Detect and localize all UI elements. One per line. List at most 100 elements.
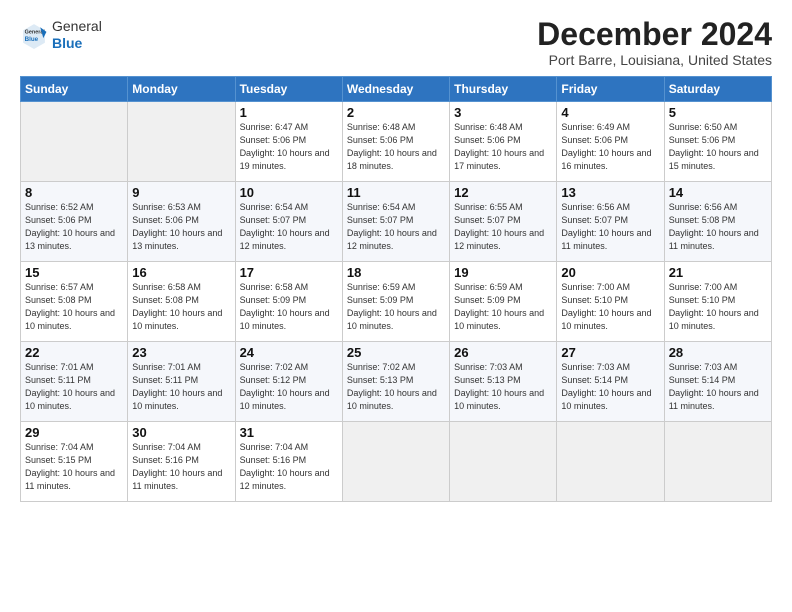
col-tuesday: Tuesday	[235, 77, 342, 102]
day-info: Sunrise: 6:49 AMSunset: 5:06 PMDaylight:…	[561, 122, 651, 171]
calendar-cell	[21, 102, 128, 182]
col-saturday: Saturday	[664, 77, 771, 102]
day-number: 17	[240, 265, 338, 280]
calendar-week-4: 29 Sunrise: 7:04 AMSunset: 5:15 PMDayligh…	[21, 422, 772, 502]
day-info: Sunrise: 7:02 AMSunset: 5:12 PMDaylight:…	[240, 362, 330, 411]
calendar-cell: 16 Sunrise: 6:58 AMSunset: 5:08 PMDayligh…	[128, 262, 235, 342]
calendar-cell: 18 Sunrise: 6:59 AMSunset: 5:09 PMDayligh…	[342, 262, 449, 342]
day-info: Sunrise: 6:59 AMSunset: 5:09 PMDaylight:…	[347, 282, 437, 331]
calendar-cell: 12Sunrise: 6:55 AMSunset: 5:07 PMDayligh…	[450, 182, 557, 262]
calendar-cell: 21 Sunrise: 7:00 AMSunset: 5:10 PMDayligh…	[664, 262, 771, 342]
day-info: Sunrise: 6:47 AMSunset: 5:06 PMDaylight:…	[240, 122, 330, 171]
day-info: Sunrise: 7:01 AMSunset: 5:11 PMDaylight:…	[25, 362, 115, 411]
calendar-cell: 2 Sunrise: 6:48 AMSunset: 5:06 PMDaylight…	[342, 102, 449, 182]
day-number: 12	[454, 185, 552, 200]
day-info: Sunrise: 6:54 AMSunset: 5:07 PMDaylight:…	[240, 202, 330, 251]
col-thursday: Thursday	[450, 77, 557, 102]
day-number: 1	[240, 105, 338, 120]
col-monday: Monday	[128, 77, 235, 102]
day-number: 30	[132, 425, 230, 440]
calendar-cell: 10 Sunrise: 6:54 AMSunset: 5:07 PMDayligh…	[235, 182, 342, 262]
calendar-cell: 11Sunrise: 6:54 AMSunset: 5:07 PMDayligh…	[342, 182, 449, 262]
logo-text: General Blue	[52, 18, 102, 52]
calendar-cell: 22Sunrise: 7:01 AMSunset: 5:11 PMDayligh…	[21, 342, 128, 422]
day-number: 23	[132, 345, 230, 360]
day-info: Sunrise: 6:48 AMSunset: 5:06 PMDaylight:…	[347, 122, 437, 171]
day-number: 28	[669, 345, 767, 360]
day-info: Sunrise: 7:04 AMSunset: 5:16 PMDaylight:…	[132, 442, 222, 491]
day-info: Sunrise: 6:57 AMSunset: 5:08 PMDaylight:…	[25, 282, 115, 331]
calendar-cell: 17Sunrise: 6:58 AMSunset: 5:09 PMDayligh…	[235, 262, 342, 342]
calendar-cell: 23 Sunrise: 7:01 AMSunset: 5:11 PMDayligh…	[128, 342, 235, 422]
calendar-cell: 20Sunrise: 7:00 AMSunset: 5:10 PMDayligh…	[557, 262, 664, 342]
calendar-week-2: 15 Sunrise: 6:57 AMSunset: 5:08 PMDayligh…	[21, 262, 772, 342]
calendar-table: Sunday Monday Tuesday Wednesday Thursday…	[20, 76, 772, 502]
day-number: 15	[25, 265, 123, 280]
calendar-week-3: 22Sunrise: 7:01 AMSunset: 5:11 PMDayligh…	[21, 342, 772, 422]
logo-icon: General Blue	[20, 21, 48, 49]
day-number: 18	[347, 265, 445, 280]
title-block: December 2024 Port Barre, Louisiana, Uni…	[537, 18, 772, 68]
calendar-cell: 15 Sunrise: 6:57 AMSunset: 5:08 PMDayligh…	[21, 262, 128, 342]
calendar-cell: 19Sunrise: 6:59 AMSunset: 5:09 PMDayligh…	[450, 262, 557, 342]
day-number: 29	[25, 425, 123, 440]
day-info: Sunrise: 7:04 AMSunset: 5:15 PMDaylight:…	[25, 442, 115, 491]
day-number: 26	[454, 345, 552, 360]
day-info: Sunrise: 6:56 AMSunset: 5:08 PMDaylight:…	[669, 202, 759, 251]
calendar-page: General Blue General Blue December 2024 …	[0, 0, 792, 612]
svg-text:Blue: Blue	[25, 36, 39, 43]
day-info: Sunrise: 6:56 AMSunset: 5:07 PMDaylight:…	[561, 202, 651, 251]
calendar-body: 1 Sunrise: 6:47 AMSunset: 5:06 PMDaylight…	[21, 102, 772, 502]
calendar-week-1: 8Sunrise: 6:52 AMSunset: 5:06 PMDaylight…	[21, 182, 772, 262]
day-number: 2	[347, 105, 445, 120]
day-info: Sunrise: 6:59 AMSunset: 5:09 PMDaylight:…	[454, 282, 544, 331]
calendar-cell: 14 Sunrise: 6:56 AMSunset: 5:08 PMDayligh…	[664, 182, 771, 262]
calendar-cell: 30 Sunrise: 7:04 AMSunset: 5:16 PMDayligh…	[128, 422, 235, 502]
logo: General Blue General Blue	[20, 18, 102, 52]
day-number: 10	[240, 185, 338, 200]
day-info: Sunrise: 7:00 AMSunset: 5:10 PMDaylight:…	[561, 282, 651, 331]
day-number: 14	[669, 185, 767, 200]
month-title: December 2024	[537, 18, 772, 50]
day-number: 3	[454, 105, 552, 120]
day-info: Sunrise: 7:04 AMSunset: 5:16 PMDaylight:…	[240, 442, 330, 491]
col-sunday: Sunday	[21, 77, 128, 102]
day-number: 16	[132, 265, 230, 280]
day-info: Sunrise: 7:03 AMSunset: 5:14 PMDaylight:…	[561, 362, 651, 411]
location: Port Barre, Louisiana, United States	[537, 52, 772, 68]
calendar-cell: 27 Sunrise: 7:03 AMSunset: 5:14 PMDayligh…	[557, 342, 664, 422]
day-number: 5	[669, 105, 767, 120]
calendar-cell: 26Sunrise: 7:03 AMSunset: 5:13 PMDayligh…	[450, 342, 557, 422]
day-number: 27	[561, 345, 659, 360]
day-number: 21	[669, 265, 767, 280]
day-info: Sunrise: 7:03 AMSunset: 5:14 PMDaylight:…	[669, 362, 759, 411]
calendar-cell: 8Sunrise: 6:52 AMSunset: 5:06 PMDaylight…	[21, 182, 128, 262]
calendar-cell: 3 Sunrise: 6:48 AMSunset: 5:06 PMDaylight…	[450, 102, 557, 182]
calendar-cell	[450, 422, 557, 502]
calendar-cell: 28 Sunrise: 7:03 AMSunset: 5:14 PMDayligh…	[664, 342, 771, 422]
calendar-cell	[342, 422, 449, 502]
calendar-cell: 13Sunrise: 6:56 AMSunset: 5:07 PMDayligh…	[557, 182, 664, 262]
calendar-cell: 25Sunrise: 7:02 AMSunset: 5:13 PMDayligh…	[342, 342, 449, 422]
calendar-cell	[557, 422, 664, 502]
calendar-cell: 5Sunrise: 6:50 AMSunset: 5:06 PMDaylight…	[664, 102, 771, 182]
day-info: Sunrise: 6:53 AMSunset: 5:06 PMDaylight:…	[132, 202, 222, 251]
day-number: 24	[240, 345, 338, 360]
calendar-cell	[128, 102, 235, 182]
day-info: Sunrise: 7:01 AMSunset: 5:11 PMDaylight:…	[132, 362, 222, 411]
calendar-cell: 9 Sunrise: 6:53 AMSunset: 5:06 PMDaylight…	[128, 182, 235, 262]
header-row: Sunday Monday Tuesday Wednesday Thursday…	[21, 77, 772, 102]
day-info: Sunrise: 6:58 AMSunset: 5:08 PMDaylight:…	[132, 282, 222, 331]
calendar-cell: 24 Sunrise: 7:02 AMSunset: 5:12 PMDayligh…	[235, 342, 342, 422]
day-number: 8	[25, 185, 123, 200]
day-info: Sunrise: 6:48 AMSunset: 5:06 PMDaylight:…	[454, 122, 544, 171]
col-wednesday: Wednesday	[342, 77, 449, 102]
calendar-cell	[664, 422, 771, 502]
day-info: Sunrise: 7:02 AMSunset: 5:13 PMDaylight:…	[347, 362, 437, 411]
day-number: 4	[561, 105, 659, 120]
day-number: 9	[132, 185, 230, 200]
calendar-week-0: 1 Sunrise: 6:47 AMSunset: 5:06 PMDaylight…	[21, 102, 772, 182]
header: General Blue General Blue December 2024 …	[20, 18, 772, 68]
logo-general: General	[52, 18, 102, 35]
day-info: Sunrise: 7:00 AMSunset: 5:10 PMDaylight:…	[669, 282, 759, 331]
